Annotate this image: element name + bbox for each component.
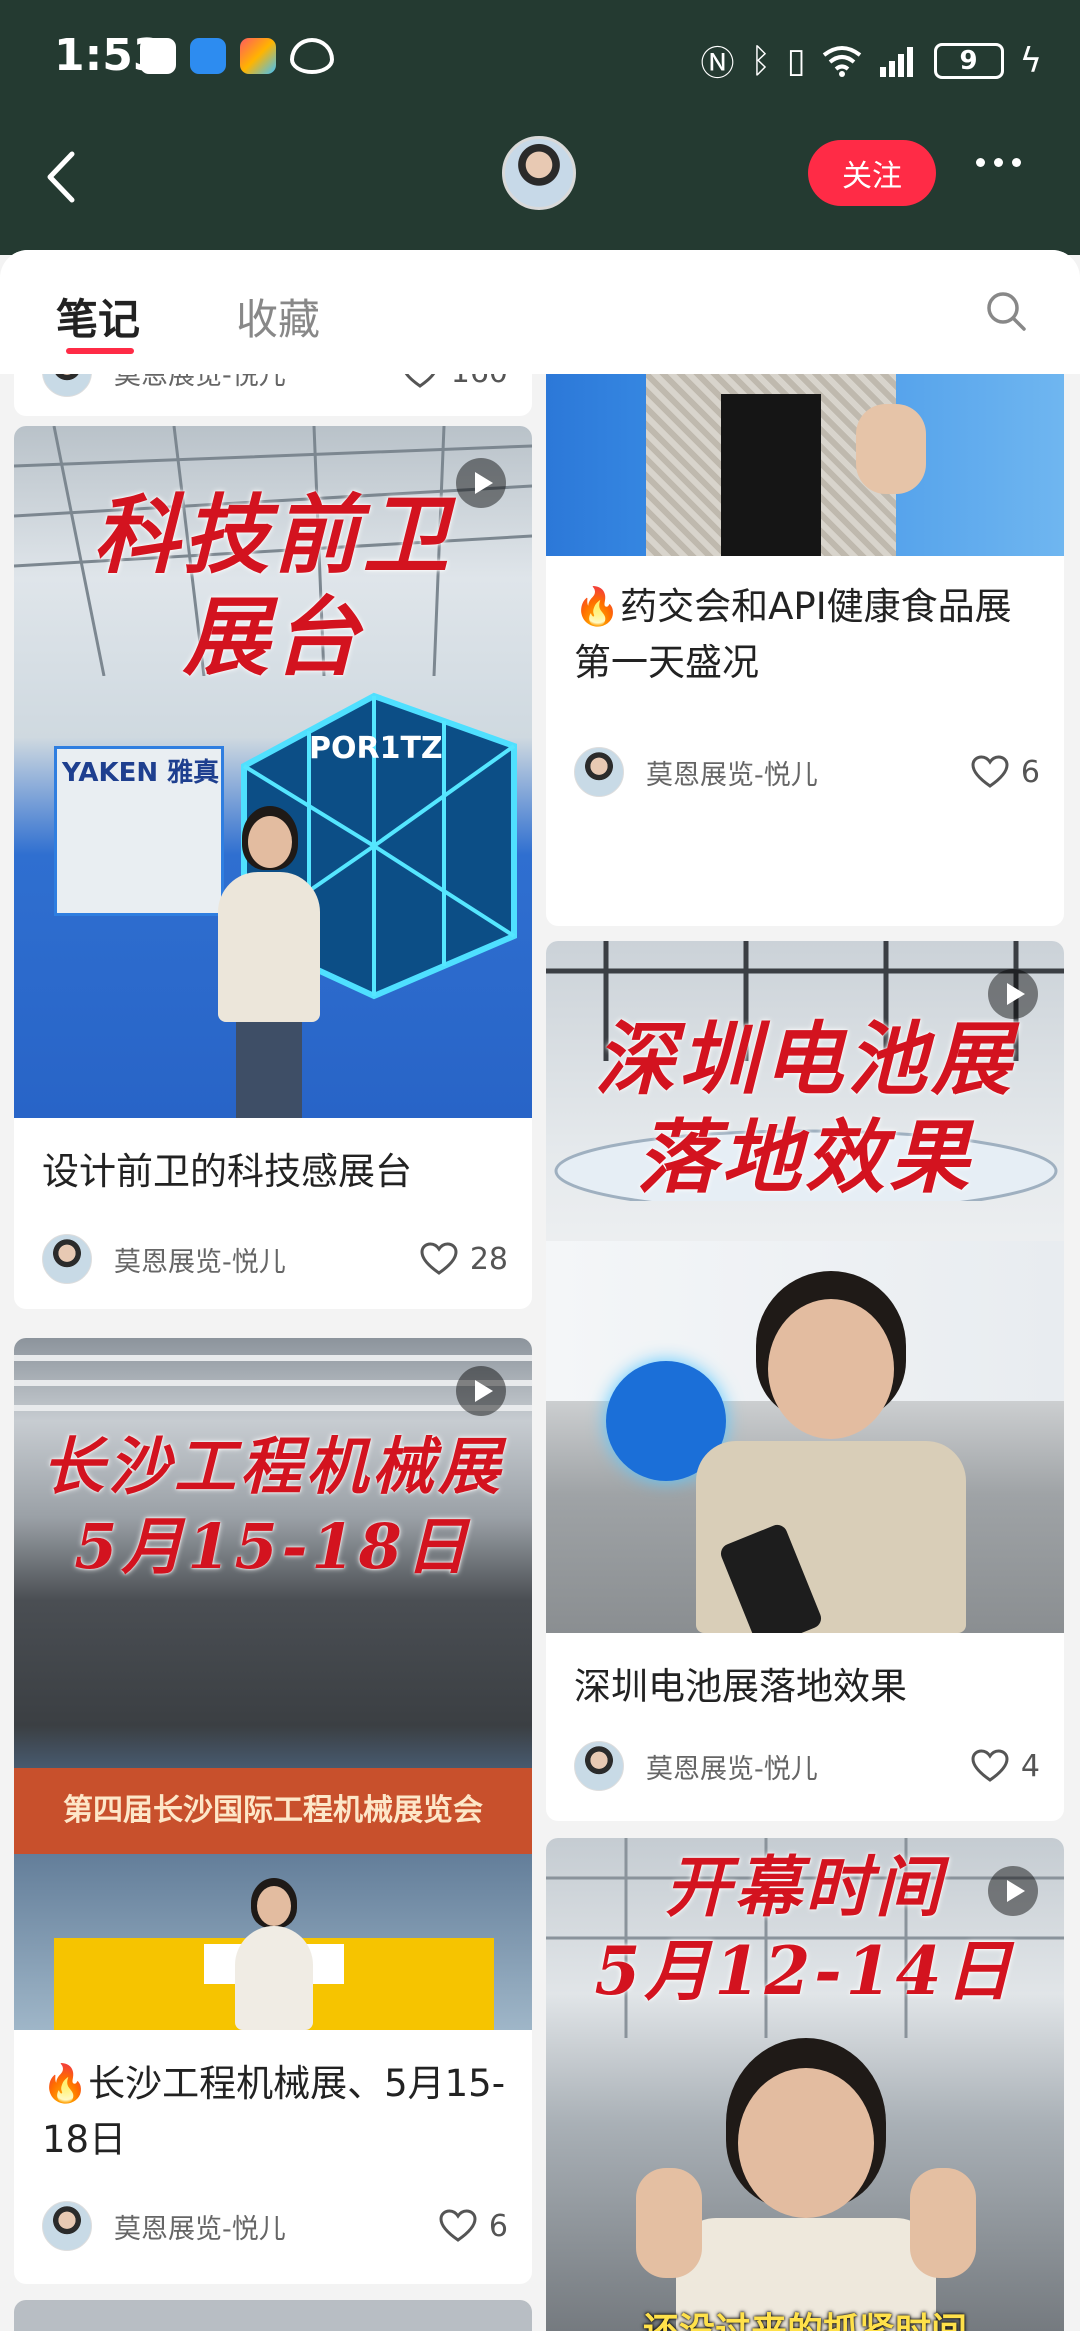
bluetooth-icon: ᛒ	[750, 40, 771, 81]
note-card[interactable]	[14, 2300, 532, 2331]
back-icon[interactable]	[42, 150, 82, 204]
like-count: 6	[1020, 754, 1040, 790]
cover-headline: 展台	[183, 587, 363, 688]
notification-icons	[140, 38, 334, 74]
vibrate-icon: ▯	[786, 40, 806, 81]
note-cover[interactable]: YAKEN 雅真 POR1TZ 科技前卫 展台	[14, 426, 532, 1118]
author-avatar	[42, 2201, 92, 2251]
author-name: 莫恩展览-悦儿	[114, 1246, 286, 1278]
author-name: 莫恩展览-悦儿	[646, 759, 818, 791]
ceiling-image	[14, 1355, 532, 1411]
notes-feed: 莫恩展览-悦儿 160 YAKEN 雅真 POR1	[0, 374, 1080, 2331]
note-card[interactable]: 开幕时间 5月12-14日 还没过来的抓紧时间	[546, 1838, 1064, 2331]
presenter-figure	[219, 1878, 329, 2030]
note-meta: 莫恩展览-悦儿 4	[574, 1738, 1040, 1794]
cover-headline: 落地效果	[637, 1110, 973, 1204]
note-meta: 莫恩展览-悦儿 6	[574, 732, 1040, 812]
presenter-figure	[636, 2038, 976, 2331]
content-sheet: 笔记 收藏 莫恩展览-悦儿 160	[0, 250, 1080, 2331]
presenter-figure	[696, 1271, 966, 1633]
eye-icon	[290, 38, 334, 74]
note-cover[interactable]: 深圳电池展 落地效果	[546, 941, 1064, 1633]
note-cover[interactable]: 开幕时间 5月12-14日 还没过来的抓紧时间	[546, 1838, 1064, 2331]
profile-header: 1:53 Ⓝ ᛒ ▯ 9 ϟ 关注	[0, 0, 1080, 255]
author-avatar	[42, 374, 92, 397]
follow-button[interactable]: 关注	[808, 140, 936, 206]
status-bar: 1:53 Ⓝ ᛒ ▯ 9 ϟ	[0, 0, 1080, 120]
active-tab-indicator	[66, 348, 134, 354]
note-meta: 莫恩展览-悦儿 160	[42, 374, 508, 400]
app-notification-icon	[240, 38, 276, 74]
note-card[interactable]: 莫恩展览-悦儿 160	[14, 374, 532, 416]
cover-headline: 深圳电池展	[595, 1012, 1015, 1106]
heart-icon[interactable]	[971, 755, 1009, 789]
cover-headline: 长沙工程机械展	[41, 1430, 504, 1503]
heart-icon[interactable]	[420, 1242, 458, 1276]
author-avatar	[574, 1741, 624, 1791]
more-options-icon[interactable]	[976, 158, 1021, 167]
app-notification-icon	[190, 38, 226, 74]
cover-headline: 5月15-18日	[74, 1510, 472, 1583]
presenter-figure	[214, 806, 324, 1118]
note-title[interactable]: 🔥药交会和API健康食品展第一天盛况	[574, 579, 1040, 691]
note-card[interactable]: 🔥药交会和API健康食品展第一天盛况 莫恩展览-悦儿 6	[546, 374, 1064, 926]
nfc-icon: Ⓝ	[700, 44, 735, 84]
tab-notes[interactable]: 笔记	[56, 286, 140, 347]
note-card[interactable]: 第四届长沙国际工程机械展览会 服务台 长沙工程机械展 5月15-18日 🔥长沙工…	[14, 1338, 532, 2284]
video-play-icon	[456, 1366, 506, 1416]
note-title[interactable]: 设计前卫的科技感展台	[42, 1144, 508, 1200]
charging-icon: ϟ	[1019, 40, 1042, 81]
app-root: 1:53 Ⓝ ᛒ ▯ 9 ϟ 关注 笔记 收藏 莫恩展览-悦儿 YAKEN 雅真…	[0, 0, 1080, 2331]
author-avatar	[574, 747, 624, 797]
cover-headline: 科技前卫	[93, 485, 453, 586]
cover-subtitle: 还没过来的抓紧时间	[546, 2302, 1064, 2331]
signal-icon	[879, 46, 913, 77]
note-card[interactable]: 深圳电池展 落地效果 深圳电池展落地效果 莫恩展览-悦儿 4	[546, 941, 1064, 1821]
tab-bar: 笔记 收藏	[0, 250, 1080, 374]
like-count: 28	[469, 1241, 508, 1277]
like-count: 6	[488, 2208, 508, 2244]
search-icon[interactable]	[985, 290, 1027, 332]
note-title[interactable]: 深圳电池展落地效果	[574, 1659, 1040, 1715]
cover-headline: 5月12-14日	[594, 1932, 1016, 2010]
wifi-icon	[822, 45, 861, 77]
like-count: 4	[1020, 1748, 1040, 1784]
note-cover[interactable]: 第四届长沙国际工程机械展览会 服务台 长沙工程机械展 5月15-18日	[14, 1338, 532, 2030]
heart-icon[interactable]	[439, 2209, 477, 2243]
video-play-icon	[988, 1866, 1038, 1916]
author-name: 莫恩展览-悦儿	[646, 1753, 818, 1785]
battery-indicator: 9	[933, 42, 1004, 79]
note-meta: 莫恩展览-悦儿 28	[42, 1231, 508, 1287]
like-count: 160	[451, 374, 508, 390]
heart-icon[interactable]	[401, 374, 439, 389]
booth-sign: YAKEN 雅真	[62, 758, 220, 788]
note-card[interactable]: YAKEN 雅真 POR1TZ 科技前卫 展台 设计前卫的科技感展台 莫恩展览-…	[14, 426, 532, 1309]
presenter-figure	[616, 374, 946, 556]
author-name: 莫恩展览-悦儿	[114, 374, 286, 391]
video-play-icon	[456, 458, 506, 508]
note-title[interactable]: 🔥长沙工程机械展、5月15-18日	[42, 2056, 508, 2168]
author-avatar	[42, 1234, 92, 1284]
author-name: 莫恩展览-悦儿	[114, 2213, 286, 2245]
system-indicators: Ⓝ ᛒ ▯ 9 ϟ	[700, 36, 1042, 85]
avatar[interactable]	[502, 136, 576, 210]
app-notification-icon	[140, 38, 176, 74]
heart-icon[interactable]	[971, 1749, 1009, 1783]
video-play-icon	[988, 969, 1038, 1019]
booth-brand-sign: POR1TZ	[309, 731, 443, 766]
note-cover[interactable]	[546, 374, 1064, 556]
note-meta: 莫恩展览-悦儿 6	[42, 2198, 508, 2254]
cover-headline: 开幕时间	[665, 1848, 945, 1926]
tab-collections[interactable]: 收藏	[236, 286, 320, 347]
expo-banner: 第四届长沙国际工程机械展览会	[14, 1768, 532, 1854]
